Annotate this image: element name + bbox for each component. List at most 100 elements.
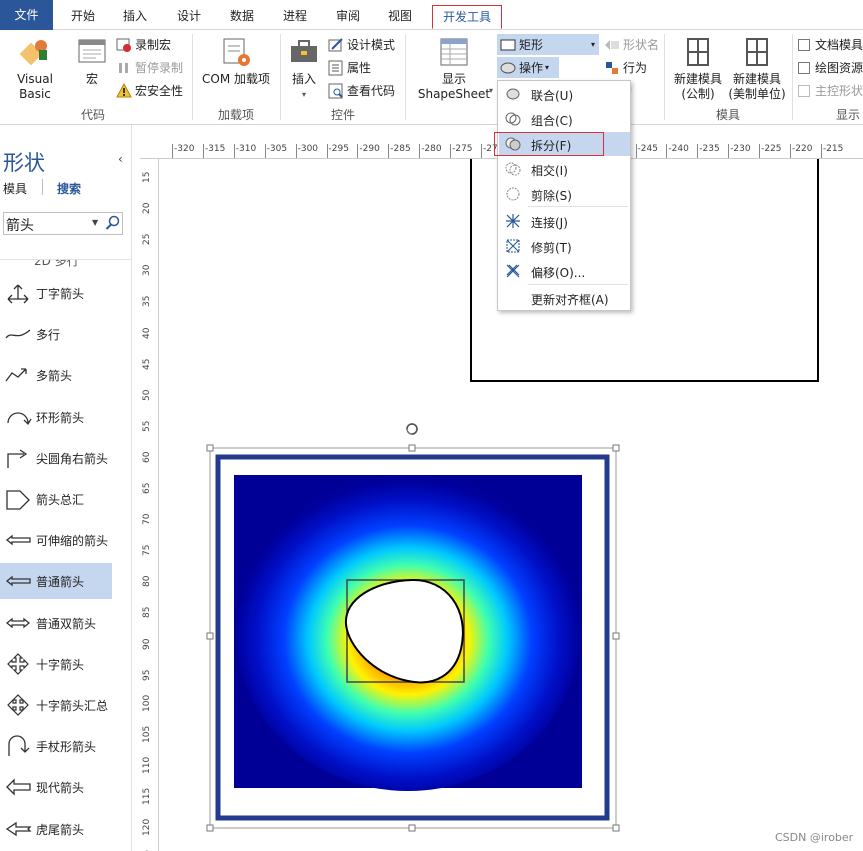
- design-mode-label: 设计模式: [347, 38, 396, 52]
- ruler-tick: [264, 144, 266, 158]
- drawing-explorer-checkbox[interactable]: 绘图资源: [798, 59, 863, 76]
- tab-stencils[interactable]: 模具: [3, 180, 27, 197]
- new-stencil-us-button[interactable]: 新建模具 (美制单位): [726, 36, 788, 102]
- properties-button[interactable]: 属性: [328, 59, 371, 76]
- tab-insert[interactable]: 插入: [121, 5, 149, 29]
- insert-control-button[interactable]: 插入 ▾: [285, 36, 323, 102]
- dropdown-arrow-icon: ▾: [489, 86, 494, 95]
- menu-item[interactable]: 相交(I): [499, 157, 630, 181]
- ruler-tick-label: -225: [761, 144, 782, 154]
- design-mode-button[interactable]: 设计模式: [328, 36, 395, 53]
- visual-basic-button[interactable]: Visual Basic: [0, 36, 70, 102]
- ruler-tick-label: -320: [174, 144, 195, 154]
- list-item[interactable]: 箭头总汇: [0, 481, 112, 517]
- list-item[interactable]: 虎尾箭头: [0, 811, 112, 847]
- chevron-down-icon[interactable]: ▼: [92, 218, 98, 227]
- group-separator: [664, 34, 665, 120]
- trim-icon: [505, 238, 521, 254]
- ruler-tick-label: 75: [142, 544, 152, 557]
- show-shapesheet-button[interactable]: 显示 ShapeSheet: [413, 36, 495, 102]
- menu-item-label: 更新对齐框(A): [531, 293, 609, 307]
- list-item[interactable]: 可伸缩的箭头: [0, 522, 112, 558]
- collapse-panel-icon[interactable]: ‹: [118, 152, 123, 166]
- group-label-addins: 加载项: [217, 108, 254, 122]
- cane-arrow-icon: [4, 734, 32, 758]
- group-label-controls: 控件: [330, 108, 355, 122]
- list-item[interactable]: 手杖形箭头: [0, 728, 112, 764]
- list-item-label: 丁字箭头: [36, 287, 85, 301]
- operations-button[interactable]: 操作 ▾: [497, 57, 559, 78]
- ruler-tick-label: 45: [142, 358, 152, 370]
- tab-process[interactable]: 进程: [281, 5, 309, 29]
- menu-item[interactable]: 组合(C): [499, 107, 630, 131]
- visual-basic-label: Visual Basic: [17, 72, 53, 101]
- list-item[interactable]: 尖圆角右箭头: [0, 440, 112, 476]
- list-item[interactable]: 十字箭头汇总: [0, 687, 112, 723]
- menu-item[interactable]: 偏移(O)...: [499, 259, 630, 283]
- ruler-tick: [172, 144, 173, 158]
- ruler-tick-label: 30: [142, 264, 152, 277]
- search-icon[interactable]: [105, 215, 121, 231]
- menu-item[interactable]: 联合(U): [499, 82, 630, 106]
- list-item-label: 手杖形箭头: [36, 740, 97, 755]
- properties-label: 属性: [347, 61, 372, 75]
- list-item[interactable]: 十字箭头: [0, 646, 112, 682]
- ruler-tick-label: -220: [792, 144, 813, 154]
- shape-search-box[interactable]: 箭头 ▼: [3, 212, 123, 235]
- tab-search[interactable]: 搜索: [57, 180, 81, 197]
- rotate-handle-icon[interactable]: [406, 423, 418, 435]
- ruler-tick-label: -235: [699, 144, 720, 154]
- ribbon: Visual Basic 宏 录制宏 暂停录制 宏安全性 代码 COM 加载项 …: [0, 30, 863, 125]
- menu-item[interactable]: 修剪(T): [499, 234, 630, 258]
- shape-select-dropdown[interactable]: 矩形 ▾: [497, 34, 599, 55]
- list-item[interactable]: 现代箭头: [0, 769, 112, 805]
- ruler-tick: [728, 144, 730, 158]
- new-stencil-metric-button[interactable]: 新建模具 (公制): [670, 36, 726, 102]
- menu-separator: [528, 284, 628, 285]
- tab-data[interactable]: 数据: [228, 5, 256, 29]
- menu-item-label: 偏移(O)...: [531, 266, 586, 280]
- behavior-button[interactable]: 行为: [604, 59, 647, 76]
- document-stencil-checkbox[interactable]: 文档模具: [798, 36, 863, 53]
- tab-design[interactable]: 设计: [175, 5, 203, 29]
- shape-name-button[interactable]: 形状名: [604, 36, 659, 53]
- menu-item-label: 联合(U): [531, 89, 574, 103]
- tab-file[interactable]: 文件: [0, 0, 53, 30]
- list-item[interactable]: 环形箭头: [0, 399, 112, 435]
- menu-item[interactable]: 连接(J): [499, 209, 630, 233]
- shape-search-input[interactable]: 箭头: [6, 215, 34, 235]
- cross-arrow-junction-icon: [4, 693, 32, 717]
- record-macro-button[interactable]: 录制宏: [116, 36, 171, 53]
- list-item[interactable]: 丁字箭头: [0, 275, 112, 311]
- list-item[interactable]: 普通双箭头: [0, 605, 112, 641]
- list-item[interactable]: 多行: [0, 316, 112, 352]
- list-item[interactable]: 普通箭头: [0, 563, 112, 600]
- pause-recording-button[interactable]: 暂停录制: [116, 59, 183, 76]
- tab-view[interactable]: 视图: [386, 5, 414, 29]
- tab-review[interactable]: 审阅: [334, 5, 362, 29]
- tab-home[interactable]: 开始: [69, 5, 97, 29]
- tab-developer[interactable]: 开发工具: [432, 5, 502, 29]
- ruler-tick-label: 20: [142, 202, 152, 215]
- dropdown-arrow-icon: ▾: [301, 90, 306, 99]
- group-label-show: 显示: [836, 108, 861, 122]
- view-code-button[interactable]: 查看代码: [328, 82, 395, 99]
- ruler-tick: [357, 144, 359, 158]
- ruler-tick: [635, 144, 637, 158]
- behavior-label: 行为: [623, 61, 648, 75]
- macro-security-button[interactable]: 宏安全性: [116, 82, 183, 99]
- arrow-junction-icon: [4, 487, 32, 511]
- macros-button[interactable]: 宏: [74, 36, 110, 87]
- list-item[interactable]: 多箭头: [0, 357, 112, 393]
- com-addins-button[interactable]: COM 加载项: [198, 36, 274, 87]
- menu-item[interactable]: 更新对齐框(A): [499, 286, 630, 310]
- master-explorer-checkbox[interactable]: 主控形状: [798, 82, 863, 99]
- menu-item[interactable]: 剪除(S): [499, 182, 630, 206]
- ruler-tick: [759, 144, 761, 158]
- list-item-label: 虎尾箭头: [36, 822, 85, 837]
- ruler-tick-label: 100: [142, 694, 152, 712]
- list-item-partial[interactable]: 2D 多行: [0, 260, 112, 272]
- ruler-tick-label: 85: [142, 606, 152, 619]
- operations-menu: 联合(U) 组合(C) 拆分(F) 相交(I) 剪除(S) 连接(J) 修剪(T) 偏移(O)…: [497, 80, 631, 311]
- ruler-tick-label: 95: [142, 669, 152, 681]
